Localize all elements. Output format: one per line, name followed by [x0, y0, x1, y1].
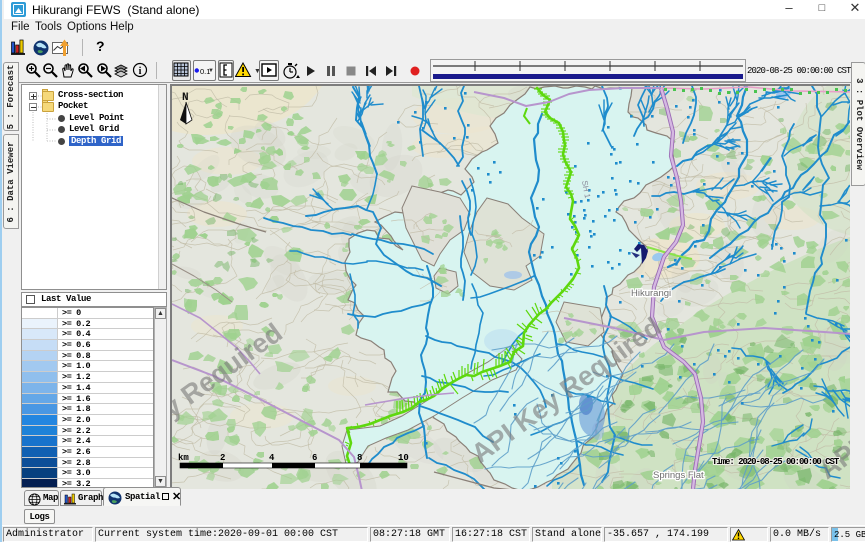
svg-text:6: 6: [312, 453, 317, 463]
svg-text:Time: 2020-08-25 00:00:00 CST: Time: 2020-08-25 00:00:00 CST: [712, 457, 840, 467]
svg-text:Springs Flat: Springs Flat: [653, 470, 704, 481]
svg-text:2: 2: [220, 453, 225, 463]
svg-text:10: 10: [398, 453, 409, 463]
svg-text:km: km: [178, 453, 189, 463]
svg-text:4: 4: [269, 453, 275, 463]
svg-text:N: N: [182, 92, 189, 104]
svg-text:8: 8: [357, 453, 362, 463]
svg-text:Hikurangi: Hikurangi: [631, 288, 671, 299]
svg-text:i: i: [139, 66, 142, 77]
